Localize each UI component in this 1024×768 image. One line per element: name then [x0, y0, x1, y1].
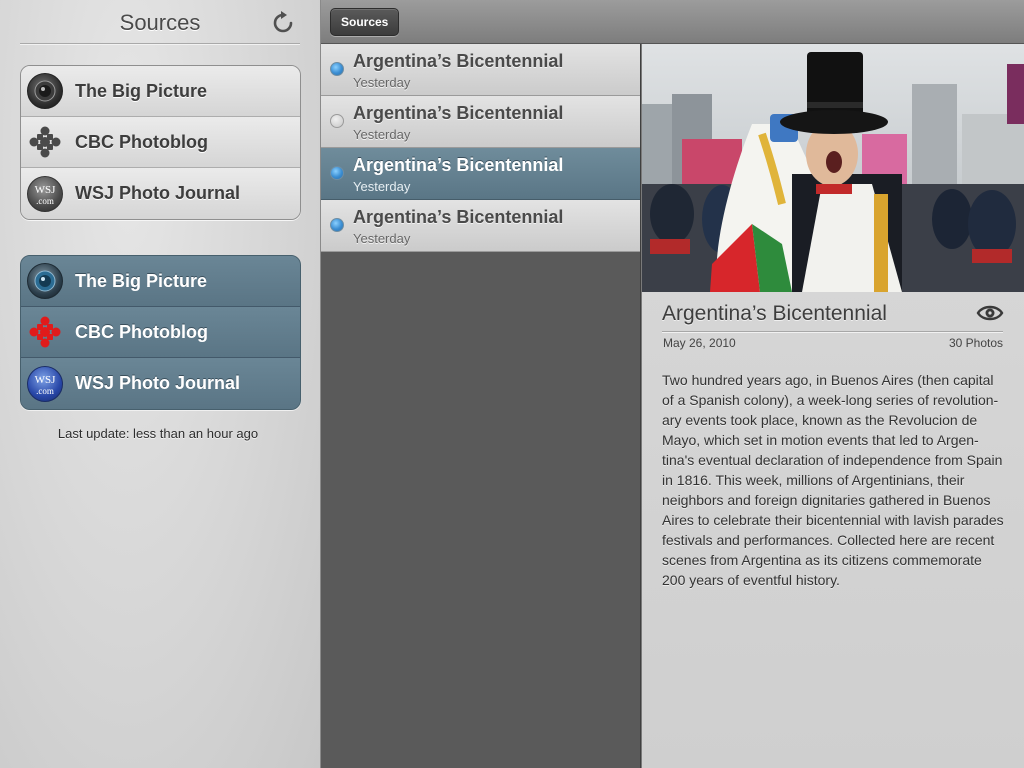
- article-photo[interactable]: [642, 44, 1024, 292]
- svg-text:.com: .com: [36, 196, 54, 206]
- top-toolbar: Sources: [321, 0, 1024, 44]
- big-picture-icon: [27, 263, 63, 299]
- svg-text:.com: .com: [36, 386, 54, 396]
- wsj-icon: WSJ .com: [27, 365, 63, 402]
- unread-indicator-icon: [330, 166, 344, 180]
- article-published-date: May 26, 2010: [663, 336, 736, 350]
- refresh-icon: [273, 11, 293, 33]
- eye-icon: [976, 305, 1004, 321]
- sidebar-title: Sources: [119, 10, 201, 35]
- source-item-wsj[interactable]: WSJ .com WSJ Photo Journal: [21, 358, 300, 409]
- article-date: Yesterday: [353, 75, 411, 90]
- article-detail: Argentina’s Bicentennial May 26, 2010 30…: [642, 44, 1024, 768]
- refresh-button[interactable]: [270, 10, 296, 36]
- sources-sidebar: Sources The Big Picture CBC Photoblog WS…: [0, 0, 321, 768]
- read-indicator-icon: [330, 114, 344, 128]
- unread-indicator-icon: [330, 62, 344, 76]
- article-list-item[interactable]: Argentina’s Bicentennial Yesterday: [321, 44, 640, 96]
- svg-text:WSJ: WSJ: [35, 374, 57, 386]
- source-item-cbc[interactable]: CBC Photoblog: [21, 307, 300, 358]
- source-label: WSJ Photo Journal: [75, 373, 241, 393]
- article-description: Two hundred years ago, in Buenos Aires (…: [662, 372, 1004, 588]
- source-item-cbc[interactable]: CBC Photoblog: [21, 117, 300, 168]
- sources-group-light: The Big Picture CBC Photoblog WSJ .com W…: [20, 65, 301, 220]
- unread-indicator-icon: [330, 218, 344, 232]
- divider: [662, 331, 1003, 332]
- cbc-gem-icon: [27, 314, 63, 350]
- source-label: The Big Picture: [75, 80, 208, 101]
- view-photos-button[interactable]: [976, 302, 1004, 324]
- article-list-item-selected[interactable]: Argentina’s Bicentennial Yesterday: [321, 148, 640, 200]
- article-date: Yesterday: [353, 231, 411, 246]
- article-title: Argentina’s Bicentennial: [353, 51, 564, 71]
- article-title: Argentina’s Bicentennial: [353, 155, 564, 175]
- svg-text:WSJ: WSJ: [35, 184, 57, 196]
- source-label: CBC Photoblog: [75, 321, 208, 342]
- article-title: Argentina’s Bicentennial: [353, 207, 564, 227]
- source-item-big-picture[interactable]: The Big Picture: [21, 256, 300, 307]
- article-list-item[interactable]: Argentina’s Bicentennial Yesterday: [321, 96, 640, 148]
- sidebar-header: Sources: [20, 0, 300, 44]
- source-label: WSJ Photo Journal: [75, 183, 241, 203]
- article-title: Argentina’s Bicentennial: [353, 103, 564, 123]
- article-date: Yesterday: [353, 179, 411, 194]
- sources-button[interactable]: Sources: [330, 8, 400, 36]
- cbc-gem-icon: [27, 124, 63, 160]
- article-list: Argentina’s Bicentennial Yesterday Argen…: [321, 44, 641, 768]
- wsj-icon: WSJ .com: [27, 175, 63, 212]
- source-label: The Big Picture: [75, 270, 208, 291]
- source-item-big-picture[interactable]: The Big Picture: [21, 66, 300, 117]
- article-date: Yesterday: [353, 127, 411, 142]
- article-list-item[interactable]: Argentina’s Bicentennial Yesterday: [321, 200, 640, 252]
- article-detail-title: Argentina’s Bicentennial: [662, 302, 887, 325]
- source-label: CBC Photoblog: [75, 131, 208, 152]
- source-item-wsj[interactable]: WSJ .com WSJ Photo Journal: [21, 168, 300, 219]
- photo-count: 30 Photos: [948, 336, 1003, 350]
- big-picture-icon: [27, 73, 63, 109]
- last-update-status: Last update: less than an hour ago: [57, 426, 259, 441]
- sources-group-selected: The Big Picture CBC Photoblog WSJ .com W…: [20, 255, 301, 410]
